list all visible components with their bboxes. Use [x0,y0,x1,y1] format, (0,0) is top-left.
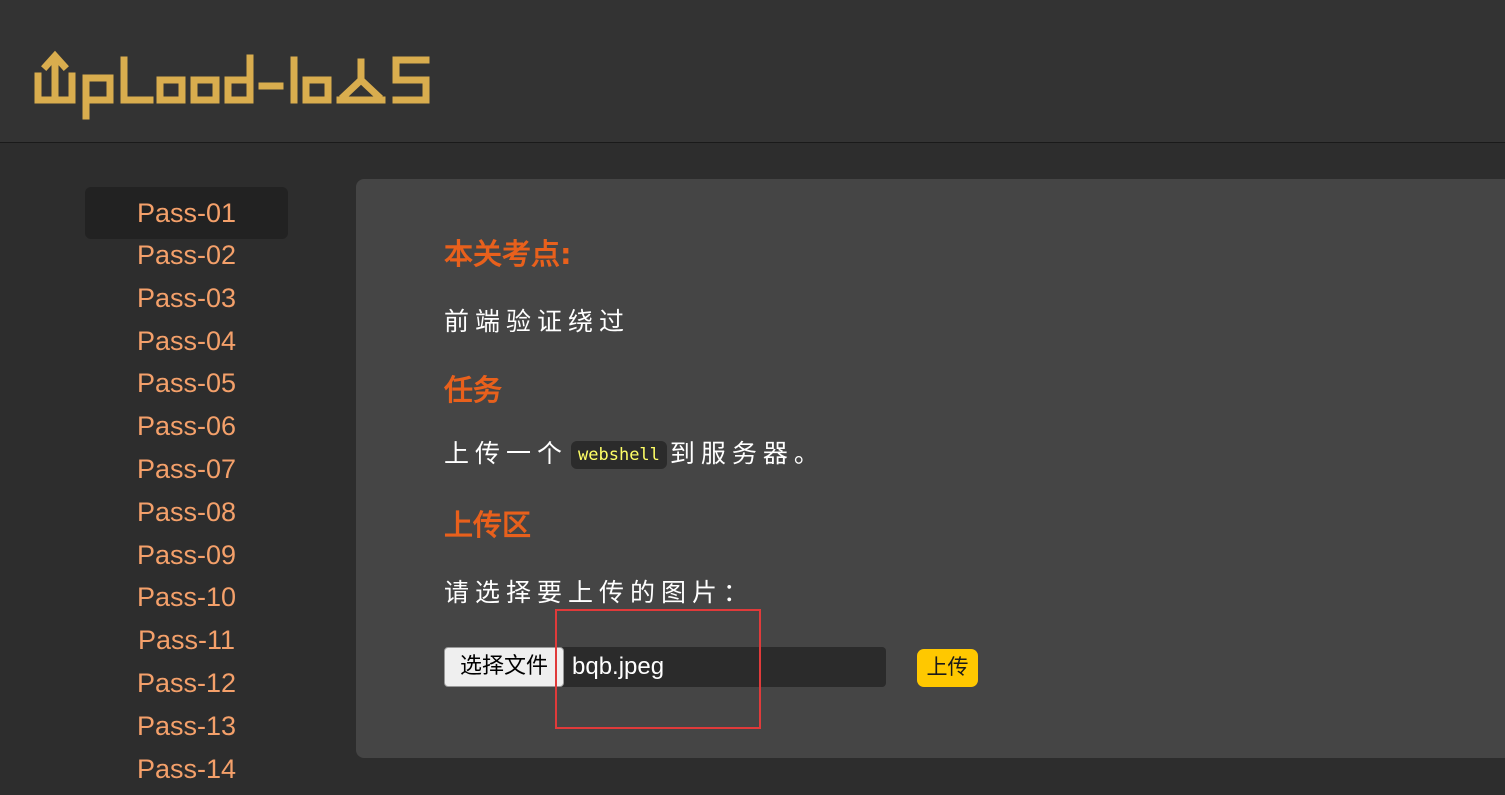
header [0,0,1505,143]
sidebar-nav: Pass-01 Pass-02 Pass-03 Pass-04 Pass-05 … [85,187,288,795]
sidebar-item-pass-08[interactable]: Pass-08 [85,496,288,539]
choose-file-button[interactable]: 选择文件 [444,647,564,687]
section-title-upload: 上传区 [444,508,532,542]
upload-prompt: 请选择要上传的图片： [444,578,755,607]
section-title-checkpoint: 本关考点: [444,237,572,271]
upload-button[interactable]: 上传 [917,649,978,687]
task-code: webshell [571,441,667,469]
task-suffix: 到服务器。 [669,439,825,468]
sidebar-item-pass-09[interactable]: Pass-09 [85,539,288,582]
sidebar-item-pass-14[interactable]: Pass-14 [85,753,288,795]
sidebar-item-pass-01[interactable]: Pass-01 [85,187,288,239]
sidebar-item-pass-13[interactable]: Pass-13 [85,710,288,753]
sidebar-item-pass-02[interactable]: Pass-02 [85,239,288,282]
task-text: 上传一个 webshell 到服务器。 [444,434,825,470]
sidebar-item-pass-03[interactable]: Pass-03 [85,282,288,325]
logo-graphic [34,50,430,120]
sidebar-item-pass-11[interactable]: Pass-11 [85,624,288,667]
logo[interactable] [34,50,434,126]
annotation-highlight-box [555,609,761,729]
sidebar-item-pass-04[interactable]: Pass-04 [85,325,288,368]
checkpoint-text: 前端验证绕过 [444,307,631,336]
task-prefix: 上传一个 [444,439,569,468]
sidebar-item-pass-10[interactable]: Pass-10 [85,581,288,624]
section-title-task: 任务 [444,373,503,407]
content-panel: 本关考点: 前端验证绕过 任务 上传一个 webshell 到服务器。 上传区 请选… [356,179,1505,758]
sidebar-item-pass-06[interactable]: Pass-06 [85,410,288,453]
sidebar-item-pass-07[interactable]: Pass-07 [85,453,288,496]
sidebar-item-pass-12[interactable]: Pass-12 [85,667,288,710]
sidebar-item-pass-05[interactable]: Pass-05 [85,367,288,410]
